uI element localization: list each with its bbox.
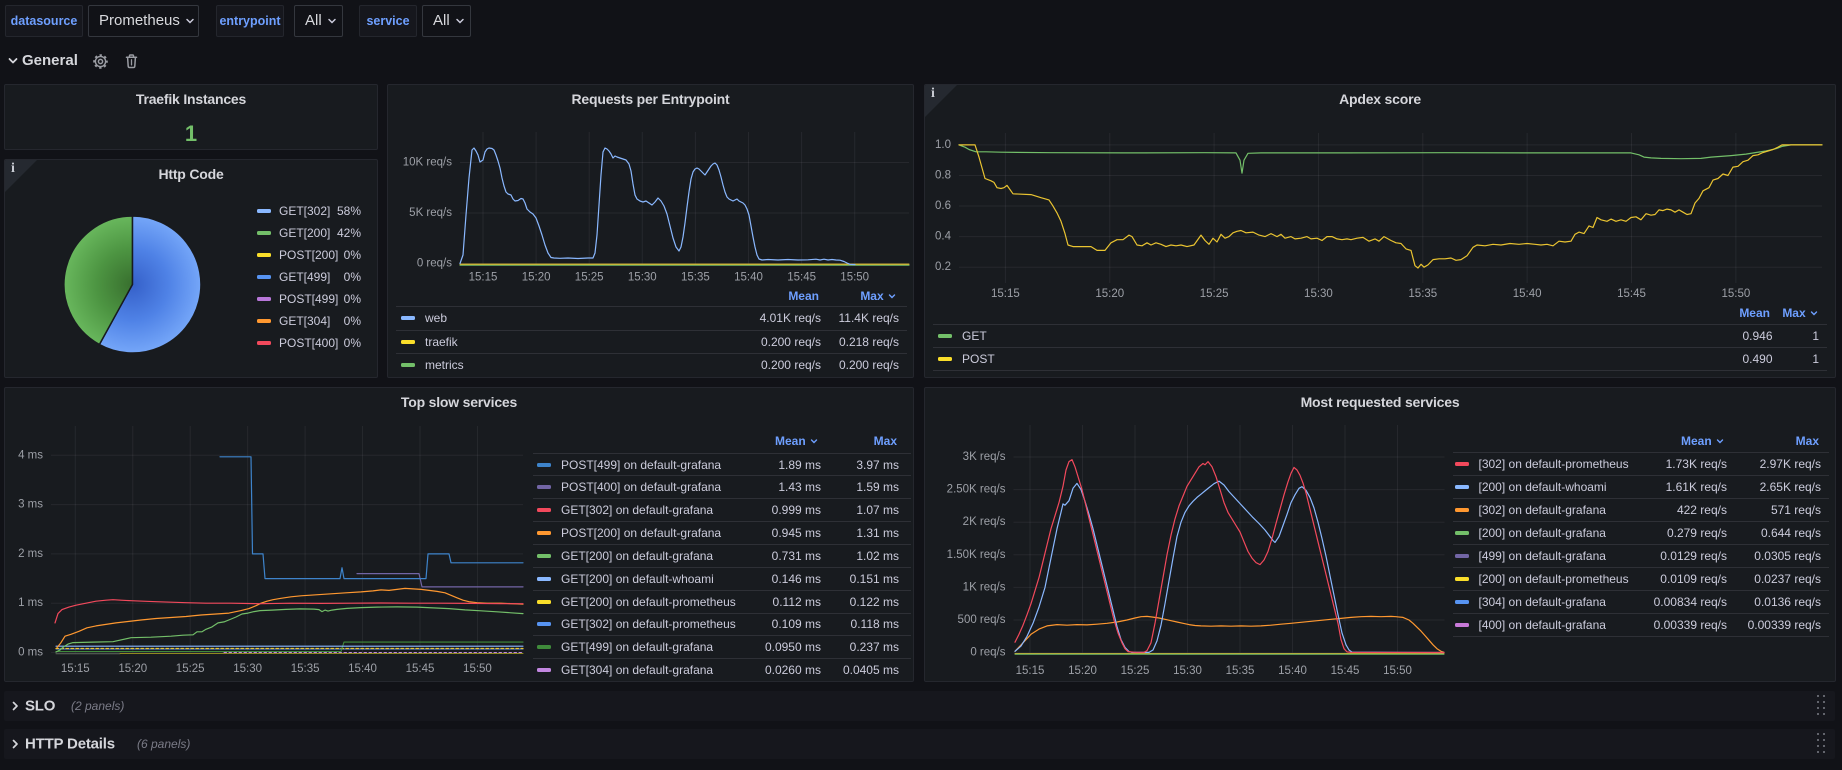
svg-text:15:25: 15:25: [176, 663, 205, 675]
svg-text:3K req/s: 3K req/s: [963, 451, 1006, 463]
svg-text:2K req/s: 2K req/s: [963, 516, 1006, 528]
svg-text:15:45: 15:45: [406, 663, 435, 675]
svg-text:15:35: 15:35: [681, 272, 710, 284]
svg-text:15:15: 15:15: [61, 663, 90, 675]
svg-text:2 ms: 2 ms: [18, 548, 43, 560]
svg-text:1.50K req/s: 1.50K req/s: [947, 549, 1006, 561]
svg-text:4 ms: 4 ms: [18, 449, 43, 461]
svg-text:15:50: 15:50: [840, 272, 869, 284]
svg-text:15:25: 15:25: [1200, 288, 1229, 300]
svg-text:0.6: 0.6: [935, 200, 951, 212]
svg-text:15:15: 15:15: [991, 288, 1020, 300]
svg-text:0 req/s: 0 req/s: [417, 258, 452, 270]
svg-text:15:35: 15:35: [1408, 288, 1437, 300]
svg-text:15:25: 15:25: [1121, 665, 1150, 677]
svg-text:15:40: 15:40: [348, 663, 377, 675]
svg-text:15:15: 15:15: [1016, 665, 1045, 677]
svg-text:0 ms: 0 ms: [18, 647, 43, 659]
svg-text:15:50: 15:50: [1383, 665, 1412, 677]
svg-text:0.4: 0.4: [935, 231, 952, 243]
svg-text:0.2: 0.2: [935, 261, 951, 273]
svg-text:3 ms: 3 ms: [18, 499, 43, 511]
svg-text:5K req/s: 5K req/s: [409, 207, 452, 219]
svg-text:15:30: 15:30: [1304, 288, 1333, 300]
svg-text:15:50: 15:50: [463, 663, 492, 675]
svg-text:15:25: 15:25: [575, 272, 604, 284]
svg-text:15:45: 15:45: [787, 272, 816, 284]
svg-text:500 req/s: 500 req/s: [958, 614, 1006, 626]
svg-text:15:20: 15:20: [118, 663, 147, 675]
svg-text:15:40: 15:40: [1278, 665, 1307, 677]
svg-text:0 req/s: 0 req/s: [970, 647, 1005, 659]
svg-text:15:15: 15:15: [469, 272, 498, 284]
svg-text:15:30: 15:30: [233, 663, 262, 675]
svg-text:15:30: 15:30: [628, 272, 657, 284]
svg-text:15:40: 15:40: [1513, 288, 1542, 300]
svg-text:15:50: 15:50: [1721, 288, 1750, 300]
svg-text:0.8: 0.8: [935, 169, 951, 181]
svg-text:15:20: 15:20: [1068, 665, 1097, 677]
svg-text:15:20: 15:20: [1095, 288, 1124, 300]
svg-text:2.50K req/s: 2.50K req/s: [947, 484, 1006, 496]
svg-text:15:35: 15:35: [291, 663, 320, 675]
svg-text:1K req/s: 1K req/s: [963, 581, 1006, 593]
svg-text:15:35: 15:35: [1226, 665, 1255, 677]
svg-text:15:45: 15:45: [1617, 288, 1646, 300]
svg-text:1.0: 1.0: [935, 139, 951, 151]
svg-text:15:45: 15:45: [1331, 665, 1360, 677]
svg-text:15:40: 15:40: [734, 272, 763, 284]
svg-text:1 ms: 1 ms: [18, 597, 43, 609]
svg-text:15:20: 15:20: [522, 272, 551, 284]
svg-text:10K req/s: 10K req/s: [403, 157, 452, 169]
svg-text:15:30: 15:30: [1173, 665, 1202, 677]
